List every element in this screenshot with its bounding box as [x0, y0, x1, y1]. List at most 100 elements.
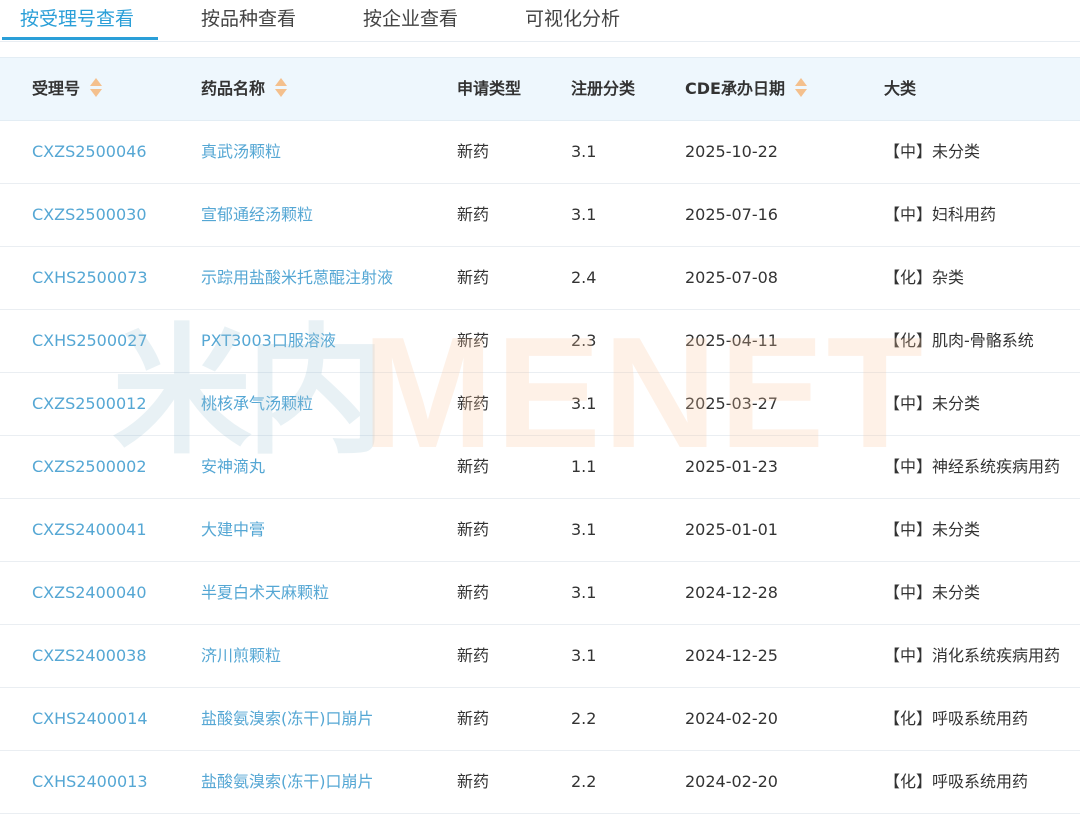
column-header-label: 注册分类 [571, 79, 636, 98]
app-type-cell: 新药 [457, 268, 490, 287]
accept-no-link[interactable]: CXHS2400013 [32, 751, 148, 813]
drug-name-link[interactable]: 示踪用盐酸米托蒽醌注射液 [201, 247, 393, 309]
column-header-app-type: 申请类型 [457, 58, 521, 120]
reg-class-cell: 2.4 [571, 268, 597, 287]
app-type-cell: 新药 [457, 772, 490, 791]
accept-no-link[interactable]: CXHS2500027 [32, 310, 148, 372]
drug-name-link[interactable]: 安神滴丸 [201, 436, 265, 498]
table-row: CXZS2400038 济川煎颗粒 新药 3.1 2024-12-25 【中】消… [0, 625, 1080, 688]
drug-name-link[interactable]: 宣郁通经汤颗粒 [201, 184, 313, 246]
drug-name-link[interactable]: 真武汤颗粒 [201, 121, 281, 183]
table-row: CXHS2500073 示踪用盐酸米托蒽醌注射液 新药 2.4 2025-07-… [0, 247, 1080, 310]
cde-date-cell: 2024-12-25 [685, 646, 778, 665]
drug-name-link[interactable]: 桃核承气汤颗粒 [201, 373, 313, 435]
category-cell: 【中】妇科用药 [884, 205, 997, 224]
cde-date-cell: 2025-07-08 [685, 268, 778, 287]
sort-icon[interactable] [275, 78, 288, 98]
reg-class-cell: 2.2 [571, 772, 597, 791]
sort-icon[interactable] [90, 78, 103, 98]
reg-class-cell: 3.1 [571, 583, 597, 602]
cde-date-cell: 2024-12-28 [685, 583, 778, 602]
drug-name-link[interactable]: 大建中膏 [201, 499, 265, 561]
app-type-cell: 新药 [457, 520, 490, 539]
cde-date-cell: 2025-01-01 [685, 520, 778, 539]
column-header-label: 受理号 [32, 79, 81, 98]
table-row: CXZS2400040 半夏白术天麻颗粒 新药 3.1 2024-12-28 【… [0, 562, 1080, 625]
reg-class-cell: 3.1 [571, 520, 597, 539]
table-row: CXHS2400013 盐酸氨溴索(冻干)口崩片 新药 2.2 2024-02-… [0, 751, 1080, 814]
app-type-cell: 新药 [457, 457, 490, 476]
app-type-cell: 新药 [457, 205, 490, 224]
tab-bar: 按受理号查看 按品种查看 按企业查看 可视化分析 [0, 0, 1080, 42]
reg-class-cell: 3.1 [571, 142, 597, 161]
table-body: CXZS2500046 真武汤颗粒 新药 3.1 2025-10-22 【中】未… [0, 121, 1080, 814]
table-row: CXZS2500030 宣郁通经汤颗粒 新药 3.1 2025-07-16 【中… [0, 184, 1080, 247]
table-row: CXHS2400014 盐酸氨溴索(冻干)口崩片 新药 2.2 2024-02-… [0, 688, 1080, 751]
accept-no-link[interactable]: CXZS2400038 [32, 625, 147, 687]
table-row: CXHS2500027 PXT3003口服溶液 新药 2.3 2025-04-1… [0, 310, 1080, 373]
category-cell: 【化】肌肉-骨骼系统 [884, 331, 1034, 350]
column-header-label: 大类 [884, 79, 917, 98]
column-header-label: 药品名称 [201, 79, 266, 98]
tab-by-accept-no[interactable]: 按受理号查看 [20, 4, 134, 31]
cde-date-cell: 2025-10-22 [685, 142, 778, 161]
reg-class-cell: 3.1 [571, 205, 597, 224]
reg-class-cell: 3.1 [571, 394, 597, 413]
category-cell: 【中】未分类 [884, 142, 981, 161]
accept-no-link[interactable]: CXZS2400041 [32, 499, 147, 561]
reg-class-cell: 1.1 [571, 457, 597, 476]
accept-no-link[interactable]: CXZS2400040 [32, 562, 147, 624]
table-row: CXZS2500046 真武汤颗粒 新药 3.1 2025-10-22 【中】未… [0, 121, 1080, 184]
page: 按受理号查看 按品种查看 按企业查看 可视化分析 受理号 药品名称 申请类型 注… [0, 0, 1080, 814]
app-type-cell: 新药 [457, 709, 490, 728]
table-header: 受理号 药品名称 申请类型 注册分类 CDE承办日期 大类 [0, 57, 1080, 121]
column-header-category: 大类 [884, 58, 916, 120]
table-row: CXZS2400041 大建中膏 新药 3.1 2025-01-01 【中】未分… [0, 499, 1080, 562]
tab-visual-analysis[interactable]: 可视化分析 [525, 4, 620, 31]
accept-no-link[interactable]: CXHS2400014 [32, 688, 148, 750]
cde-date-cell: 2025-03-27 [685, 394, 778, 413]
reg-class-cell: 2.2 [571, 709, 597, 728]
column-header-label: CDE承办日期 [685, 79, 785, 98]
reg-class-cell: 3.1 [571, 646, 597, 665]
drug-name-link[interactable]: 盐酸氨溴索(冻干)口崩片 [201, 751, 374, 813]
category-cell: 【中】未分类 [884, 583, 981, 602]
reg-class-cell: 2.3 [571, 331, 597, 350]
column-header-accept-no[interactable]: 受理号 [32, 58, 103, 120]
accept-no-link[interactable]: CXHS2500073 [32, 247, 148, 309]
cde-date-cell: 2025-01-23 [685, 457, 778, 476]
cde-date-cell: 2024-02-20 [685, 772, 778, 791]
cde-date-cell: 2024-02-20 [685, 709, 778, 728]
app-type-cell: 新药 [457, 646, 490, 665]
active-tab-indicator [2, 37, 158, 40]
column-header-drug-name[interactable]: 药品名称 [201, 58, 288, 120]
category-cell: 【中】未分类 [884, 394, 981, 413]
accept-no-link[interactable]: CXZS2500046 [32, 121, 147, 183]
column-header-cde-date[interactable]: CDE承办日期 [685, 58, 807, 120]
column-header-reg-class: 注册分类 [571, 58, 635, 120]
table-row: CXZS2500002 安神滴丸 新药 1.1 2025-01-23 【中】神经… [0, 436, 1080, 499]
app-type-cell: 新药 [457, 394, 490, 413]
category-cell: 【中】消化系统疾病用药 [884, 646, 1061, 665]
drug-name-link[interactable]: PXT3003口服溶液 [201, 310, 336, 372]
cde-date-cell: 2025-04-11 [685, 331, 778, 350]
drug-name-link[interactable]: 济川煎颗粒 [201, 625, 281, 687]
category-cell: 【中】神经系统疾病用药 [884, 457, 1061, 476]
app-type-cell: 新药 [457, 583, 490, 602]
drug-name-link[interactable]: 半夏白术天麻颗粒 [201, 562, 329, 624]
category-cell: 【中】未分类 [884, 520, 981, 539]
tab-by-company[interactable]: 按企业查看 [363, 4, 458, 31]
accept-no-link[interactable]: CXZS2500030 [32, 184, 147, 246]
sort-icon[interactable] [794, 78, 807, 98]
tab-by-variety[interactable]: 按品种查看 [201, 4, 296, 31]
column-header-label: 申请类型 [457, 79, 522, 98]
table-row: CXZS2500012 桃核承气汤颗粒 新药 3.1 2025-03-27 【中… [0, 373, 1080, 436]
app-type-cell: 新药 [457, 142, 490, 161]
category-cell: 【化】杂类 [884, 268, 965, 287]
drug-name-link[interactable]: 盐酸氨溴索(冻干)口崩片 [201, 688, 374, 750]
accept-no-link[interactable]: CXZS2500002 [32, 436, 147, 498]
accept-no-link[interactable]: CXZS2500012 [32, 373, 147, 435]
results-table: 受理号 药品名称 申请类型 注册分类 CDE承办日期 大类 CXZS250004… [0, 57, 1080, 814]
category-cell: 【化】呼吸系统用药 [884, 772, 1029, 791]
app-type-cell: 新药 [457, 331, 490, 350]
